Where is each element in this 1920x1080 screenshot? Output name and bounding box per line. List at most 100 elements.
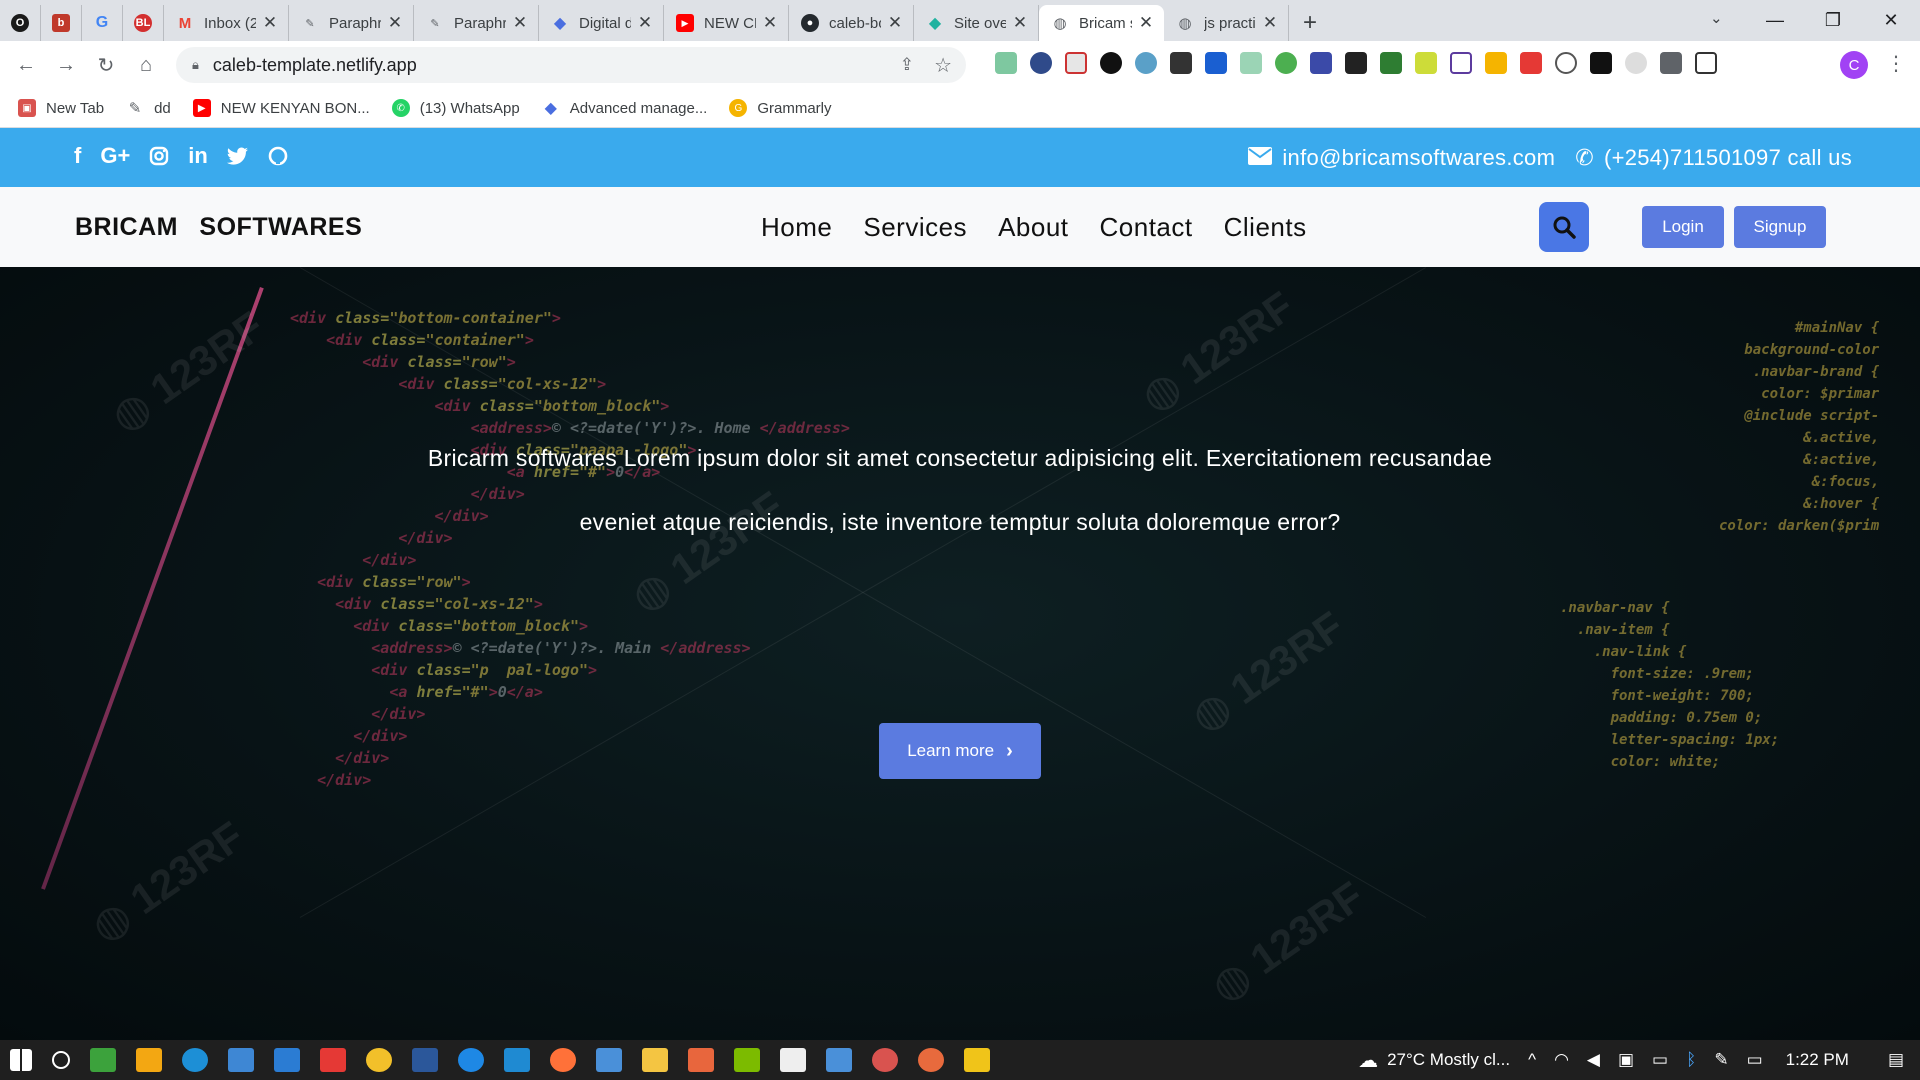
- chevron-up-icon[interactable]: ^: [1528, 1050, 1536, 1070]
- app-icon[interactable]: [90, 1048, 116, 1072]
- restore-icon[interactable]: ❐: [1804, 10, 1862, 31]
- extension-icon[interactable]: [1485, 52, 1507, 74]
- mail-icon[interactable]: [274, 1048, 300, 1072]
- app-icon[interactable]: [458, 1048, 484, 1072]
- chrome-icon[interactable]: [366, 1048, 392, 1072]
- puzzle-icon[interactable]: [1660, 52, 1682, 74]
- tab-pinned-google[interactable]: G: [82, 5, 123, 41]
- github-icon[interactable]: [268, 143, 288, 169]
- search-button[interactable]: [1539, 202, 1589, 252]
- tab-inbox[interactable]: M Inbox (22) ✕: [164, 5, 289, 41]
- url-text[interactable]: caleb-template.netlify.app: [213, 55, 417, 76]
- extension-icon[interactable]: [1415, 52, 1437, 74]
- close-icon[interactable]: ✕: [1262, 13, 1278, 33]
- extension-icon[interactable]: [1590, 52, 1612, 74]
- extension-icon[interactable]: [1625, 52, 1647, 74]
- extension-icon[interactable]: [995, 52, 1017, 74]
- nav-contact[interactable]: Contact: [1100, 212, 1193, 243]
- tab-github[interactable]: ● caleb-bosir ✕: [789, 5, 914, 41]
- app-icon[interactable]: [872, 1048, 898, 1072]
- nav-clients[interactable]: Clients: [1224, 212, 1307, 243]
- instagram-icon[interactable]: [149, 143, 169, 169]
- home-icon[interactable]: ⌂: [126, 54, 166, 77]
- bookmark-grammarly[interactable]: G Grammarly: [729, 99, 832, 117]
- close-icon[interactable]: ✕: [762, 13, 778, 33]
- forward-arrow-icon[interactable]: →: [46, 54, 86, 77]
- app-icon[interactable]: [826, 1048, 852, 1072]
- close-icon[interactable]: ✕: [387, 13, 403, 33]
- google-plus-icon[interactable]: G+: [100, 143, 130, 169]
- facebook-icon[interactable]: f: [74, 143, 81, 169]
- word-icon[interactable]: [412, 1048, 438, 1072]
- file-explorer-icon[interactable]: [642, 1048, 668, 1072]
- tab-pinned-bookmark[interactable]: b: [41, 5, 82, 41]
- close-window-icon[interactable]: ✕: [1862, 10, 1920, 31]
- windows-start-icon[interactable]: [10, 1049, 32, 1071]
- extension-icon[interactable]: [1450, 52, 1472, 74]
- learn-more-button[interactable]: Learn more ›: [879, 723, 1041, 779]
- app-icon[interactable]: [918, 1048, 944, 1072]
- extension-icon[interactable]: [1275, 52, 1297, 74]
- extension-icon[interactable]: [1240, 52, 1262, 74]
- more-menu-icon[interactable]: ⋮: [1886, 51, 1906, 76]
- extension-icon[interactable]: [1030, 52, 1052, 74]
- bookmark-dd[interactable]: ✎ dd: [126, 99, 171, 118]
- app-icon[interactable]: [228, 1048, 254, 1072]
- search-icon[interactable]: [52, 1051, 70, 1069]
- notification-icon[interactable]: ▤: [1888, 1050, 1904, 1070]
- contact-phone[interactable]: (+254)711501097 call us: [1604, 145, 1852, 171]
- git-icon[interactable]: [964, 1048, 990, 1072]
- volume-icon[interactable]: ◀: [1587, 1050, 1600, 1070]
- bookmark-advanced-manage[interactable]: ◆ Advanced manage...: [542, 99, 708, 118]
- extension-icon[interactable]: [1065, 52, 1087, 74]
- extension-icon[interactable]: [1205, 52, 1227, 74]
- extension-icon[interactable]: [1555, 52, 1577, 74]
- side-panel-icon[interactable]: [1695, 52, 1717, 74]
- bookmark-kenyan-bon[interactable]: ▶ NEW KENYAN BON...: [192, 99, 370, 117]
- app-icon[interactable]: [780, 1048, 806, 1072]
- bluetooth-icon[interactable]: ᛒ: [1686, 1050, 1696, 1070]
- app-icon[interactable]: [320, 1048, 346, 1072]
- extension-icon[interactable]: [1380, 52, 1402, 74]
- app-icon[interactable]: [596, 1048, 622, 1072]
- bookmark-new-tab[interactable]: ▣ New Tab: [18, 99, 104, 117]
- tab-search-chevron-icon[interactable]: ⌄: [1710, 9, 1723, 27]
- address-bar[interactable]: 🔒︎ caleb-template.netlify.app ⇪ ☆: [176, 47, 966, 83]
- battery-icon[interactable]: ▭: [1652, 1050, 1668, 1070]
- login-button[interactable]: Login: [1642, 206, 1724, 248]
- profile-avatar[interactable]: C: [1840, 51, 1868, 79]
- extension-icon[interactable]: [1345, 52, 1367, 74]
- twitter-icon[interactable]: [226, 143, 249, 169]
- app-icon[interactable]: [688, 1048, 714, 1072]
- tab-digital-divi[interactable]: ◆ Digital divi ✕: [539, 5, 664, 41]
- vscode-icon[interactable]: [504, 1048, 530, 1072]
- close-icon[interactable]: ✕: [1138, 13, 1154, 33]
- tab-pinned-bl[interactable]: BL: [123, 5, 164, 41]
- app-icon[interactable]: [734, 1048, 760, 1072]
- extension-icon[interactable]: [1310, 52, 1332, 74]
- bookmark-whatsapp[interactable]: ✆ (13) WhatsApp: [391, 99, 520, 117]
- extension-icon[interactable]: [1520, 52, 1542, 74]
- weather-text[interactable]: 27°C Mostly cl...: [1387, 1050, 1510, 1070]
- pen-icon[interactable]: ✎: [1714, 1050, 1728, 1070]
- linkedin-icon[interactable]: in: [188, 143, 208, 169]
- close-icon[interactable]: ✕: [887, 13, 903, 33]
- app-tray-icon[interactable]: ▣: [1618, 1050, 1634, 1070]
- close-icon[interactable]: ✕: [262, 13, 278, 33]
- share-icon[interactable]: ⇪: [900, 55, 914, 75]
- clock-time[interactable]: 1:22 PM: [1786, 1050, 1849, 1070]
- tab-new-club[interactable]: ▶ NEW CLUB ✕: [664, 5, 789, 41]
- nav-services[interactable]: Services: [863, 212, 967, 243]
- edge-icon[interactable]: [182, 1048, 208, 1072]
- brand-logo[interactable]: BRICAM SOFTWARES: [75, 213, 362, 242]
- nav-about[interactable]: About: [998, 212, 1068, 243]
- tab-paraphrasing-1[interactable]: ✎ Paraphrasin ✕: [289, 5, 414, 41]
- lock-icon[interactable]: 🔒︎: [192, 57, 199, 73]
- tab-pinned-opera[interactable]: O: [0, 5, 41, 41]
- bookmark-star-icon[interactable]: ☆: [934, 53, 952, 78]
- tab-js-practise[interactable]: ◍ js practise ✕: [1164, 5, 1289, 41]
- firefox-icon[interactable]: [550, 1048, 576, 1072]
- new-tab-plus-icon[interactable]: +: [1303, 5, 1317, 41]
- close-icon[interactable]: ✕: [637, 13, 653, 33]
- tab-bricam-active[interactable]: ◍ Bricam soft ✕: [1039, 5, 1164, 41]
